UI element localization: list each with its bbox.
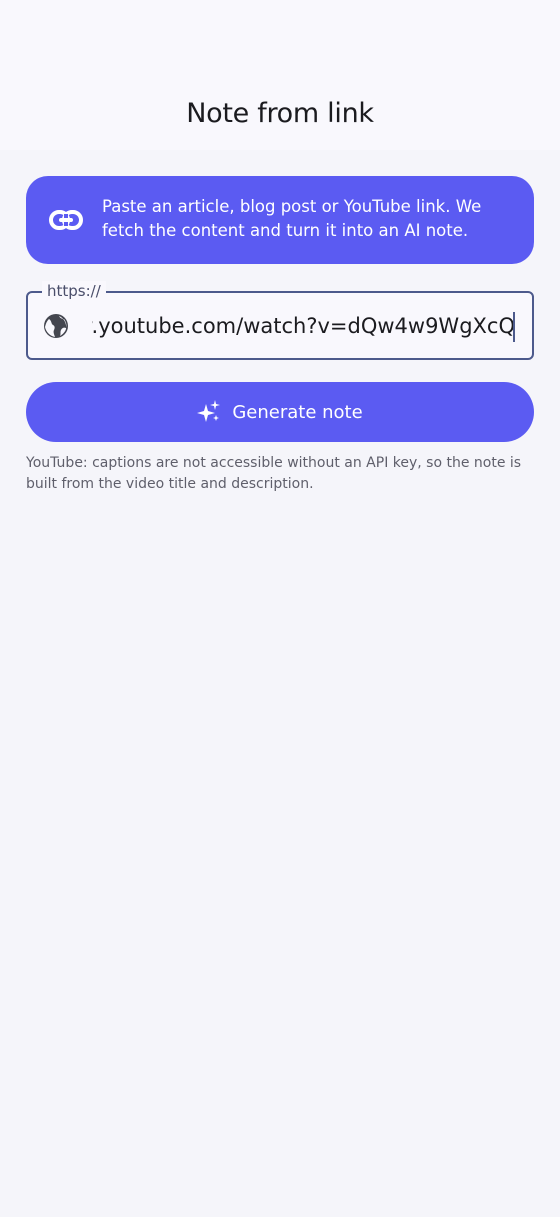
info-banner-text: Paste an article, blog post or YouTube l…	[102, 197, 482, 240]
info-banner: Paste an article, blog post or YouTube l…	[26, 176, 534, 264]
text-cursor	[513, 312, 515, 342]
generate-note-button[interactable]: Generate note	[26, 382, 534, 442]
url-input-label: https://	[42, 281, 106, 301]
page-title: Note from link	[186, 98, 374, 129]
globe-icon	[44, 314, 68, 338]
link-icon	[49, 210, 83, 230]
url-input-value[interactable]: w.youtube.com/watch?v=dQw4w9WgXcQ	[92, 311, 515, 341]
sparkle-icon	[197, 400, 221, 422]
helper-text: YouTube: captions are not accessible wit…	[26, 455, 522, 492]
generate-note-label: Generate note	[232, 401, 363, 423]
url-input[interactable]: https:// w.youtube.com/watch?v=dQw4w9WgX…	[26, 281, 534, 360]
app-bar: Note from link	[0, 0, 560, 150]
